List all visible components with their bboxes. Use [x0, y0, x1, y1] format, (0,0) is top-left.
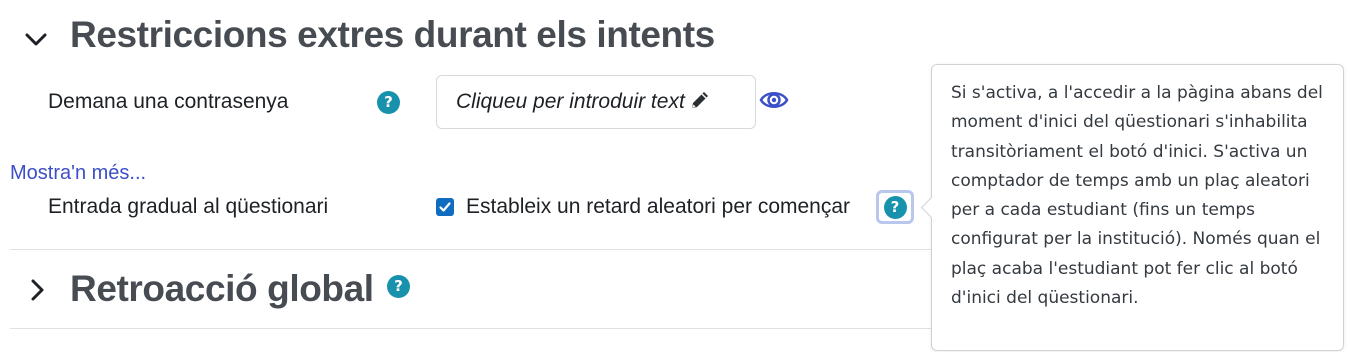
password-placeholder: Cliqueu per introduir text: [456, 90, 685, 113]
section-divider: [10, 328, 931, 329]
chevron-right-icon: [31, 279, 44, 301]
password-inplace-editor[interactable]: Cliqueu per introduir text: [436, 75, 756, 129]
show-more-link[interactable]: Mostra'n més...: [10, 162, 146, 185]
delay-label: Entrada gradual al qüestionari: [48, 195, 329, 218]
expand-section-button[interactable]: [24, 276, 52, 304]
random-delay-checkbox[interactable]: [436, 198, 454, 216]
section-title-restrictions[interactable]: Restriccions extres durant els intents: [70, 14, 715, 56]
random-delay-checkbox-label[interactable]: Estableix un retard aleatori per comença…: [466, 195, 850, 219]
help-icon: ?: [883, 195, 907, 219]
help-popover-text: Si s'activa, a l'accedir a la pàgina aba…: [951, 83, 1323, 309]
password-label: Demana una contrasenya: [48, 90, 289, 113]
section-divider: [10, 249, 931, 250]
checkmark-icon: [439, 202, 451, 212]
chevron-down-icon: [25, 33, 47, 46]
section-title-feedback[interactable]: Retroacció global: [70, 268, 374, 310]
help-icon[interactable]: ?: [387, 275, 410, 298]
help-icon[interactable]: ?: [377, 91, 400, 114]
help-button-focused[interactable]: ?: [876, 190, 914, 224]
pencil-icon[interactable]: [689, 89, 711, 116]
collapse-section-button[interactable]: [22, 26, 50, 54]
help-popover: Si s'activa, a l'accedir a la pàgina aba…: [931, 64, 1344, 351]
eye-icon[interactable]: [759, 88, 789, 117]
